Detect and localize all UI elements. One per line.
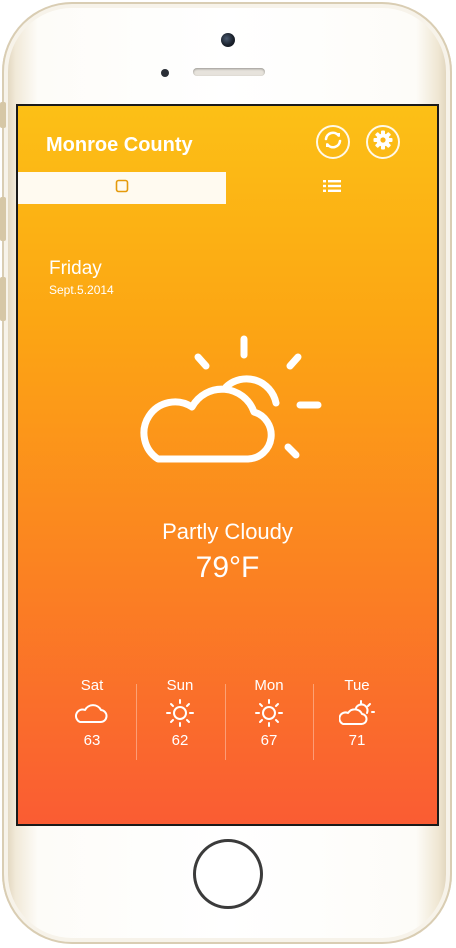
volume-down-button bbox=[0, 277, 6, 321]
gear-icon bbox=[373, 130, 393, 155]
sun-icon bbox=[225, 696, 313, 730]
partly-cloudy-icon bbox=[128, 329, 328, 484]
forecast-temp: 67 bbox=[260, 732, 278, 749]
proximity-sensor bbox=[161, 69, 169, 77]
forecast-day-label: Mon bbox=[254, 677, 284, 694]
current-date: Sept.5.2014 bbox=[49, 283, 114, 297]
app-screen: Monroe County Friday Sept.5.2014 Partly … bbox=[16, 104, 439, 826]
front-camera bbox=[221, 33, 235, 47]
forecast-temp: 62 bbox=[171, 732, 189, 749]
forecast-day-sun: Sun 62 bbox=[136, 676, 224, 749]
forecast-day-mon: Mon 67 bbox=[225, 676, 313, 749]
forecast-day-label: Sat bbox=[80, 677, 104, 694]
forecast-day-label: Sun bbox=[166, 677, 194, 694]
home-button[interactable] bbox=[193, 839, 263, 909]
view-tabs bbox=[18, 172, 437, 204]
refresh-icon bbox=[323, 130, 343, 155]
volume-up-button bbox=[0, 197, 6, 241]
forecast-day-tue: Tue 71 bbox=[313, 676, 401, 749]
current-temperature: 79°F bbox=[195, 551, 260, 584]
settings-button[interactable] bbox=[366, 125, 400, 159]
partly-cloudy-icon bbox=[313, 696, 401, 730]
list-icon bbox=[322, 179, 341, 198]
forecast-temp: 63 bbox=[83, 732, 101, 749]
mute-switch bbox=[0, 102, 6, 128]
forecast-day-sat: Sat 63 bbox=[48, 676, 136, 749]
location-title: Monroe County bbox=[46, 134, 193, 156]
forecast-strip: Sat 63 Sun 62 Mon 67 Tue 71 bbox=[18, 676, 437, 766]
tab-list-view[interactable] bbox=[226, 172, 437, 204]
current-condition: Partly Cloudy bbox=[162, 519, 293, 544]
square-icon bbox=[115, 179, 129, 198]
tab-single-view[interactable] bbox=[18, 172, 226, 204]
earpiece-speaker bbox=[193, 68, 265, 76]
sun-icon bbox=[136, 696, 224, 730]
current-day: Friday bbox=[49, 258, 102, 279]
cloud-icon bbox=[48, 696, 136, 730]
forecast-temp: 71 bbox=[348, 732, 366, 749]
refresh-button[interactable] bbox=[316, 125, 350, 159]
forecast-day-label: Tue bbox=[344, 677, 370, 694]
